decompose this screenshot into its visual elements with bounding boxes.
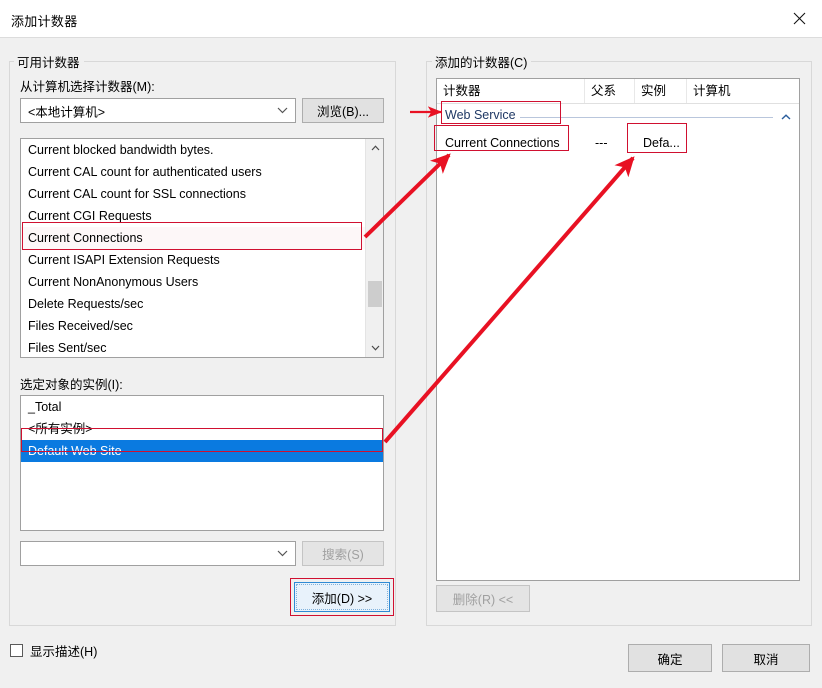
checkbox-box xyxy=(10,644,23,657)
chevron-down-icon xyxy=(275,104,289,118)
cell-parent: --- xyxy=(595,136,608,150)
counters-scrollbar[interactable] xyxy=(365,139,383,357)
cell-counter: Current Connections xyxy=(445,136,560,150)
counter-list-item[interactable]: Files Sent/sec xyxy=(21,337,365,357)
counter-list-item[interactable]: Files Received/sec xyxy=(21,315,365,337)
browse-button[interactable]: 浏览(B)... xyxy=(302,98,384,123)
instance-item[interactable]: _Total xyxy=(21,396,383,418)
counter-list-item[interactable]: Current CAL count for SSL connections xyxy=(21,183,365,205)
close-button[interactable] xyxy=(776,0,822,36)
column-header-instance[interactable]: 实例 xyxy=(635,79,687,103)
counter-list-item[interactable]: Current CGI Requests xyxy=(21,205,365,227)
instance-item-selected[interactable]: Default Web Site xyxy=(21,440,383,462)
cell-computer xyxy=(695,130,799,156)
delete-counter-button[interactable]: 删除(R) << xyxy=(436,585,530,612)
column-header-parent[interactable]: 父系 xyxy=(585,79,635,103)
table-header-row: 计数器 父系 实例 计算机 xyxy=(437,79,799,104)
add-counter-button[interactable]: 添加(D) >> xyxy=(294,582,390,612)
counter-list-item[interactable]: Current Connections xyxy=(21,227,365,249)
window-title: 添加计数器 xyxy=(11,14,78,29)
computer-select-value: <本地计算机> xyxy=(28,105,106,119)
scrollbar-thumb[interactable] xyxy=(368,281,382,307)
chevron-up-icon[interactable] xyxy=(779,110,793,124)
counter-group-label: Web Service xyxy=(445,108,520,122)
counter-list-item[interactable]: Current ISAPI Extension Requests xyxy=(21,249,365,271)
counter-group-row[interactable]: Web Service xyxy=(437,104,799,130)
counter-list-item[interactable]: Current blocked bandwidth bytes. xyxy=(21,139,365,161)
select-computer-label: 从计算机选择计数器(M): xyxy=(20,80,155,94)
cell-instance: Defa... xyxy=(643,136,680,150)
window-title-bar: 添加计数器 xyxy=(0,0,822,38)
available-counters-items: Current blocked bandwidth bytes. Current … xyxy=(21,139,383,357)
cancel-button[interactable]: 取消 xyxy=(722,644,810,672)
counter-list-item[interactable]: Delete Requests/sec xyxy=(21,293,365,315)
show-description-checkbox[interactable]: 显示描述(H) xyxy=(10,641,97,660)
added-counters-legend: 添加的计数器(C) xyxy=(432,52,532,71)
column-header-computer[interactable]: 计算机 xyxy=(687,79,799,103)
column-header-counter[interactable]: 计数器 xyxy=(437,79,585,103)
counter-list-item[interactable]: Current CAL count for authenticated user… xyxy=(21,161,365,183)
instances-label: 选定对象的实例(I): xyxy=(20,378,123,392)
ok-button[interactable]: 确定 xyxy=(628,644,712,672)
search-button[interactable]: 搜索(S) xyxy=(302,541,384,566)
close-icon xyxy=(793,12,805,24)
computer-select-combobox[interactable]: <本地计算机> xyxy=(20,98,296,123)
counter-list-item[interactable]: Current NonAnonymous Users xyxy=(21,271,365,293)
instance-item[interactable]: <所有实例> xyxy=(21,418,383,440)
instances-items: _Total <所有实例> Default Web Site xyxy=(21,396,383,462)
available-counters-legend: 可用计数器 xyxy=(14,52,84,71)
instances-listbox[interactable]: _Total <所有实例> Default Web Site xyxy=(20,395,384,531)
scroll-up-icon[interactable] xyxy=(366,139,383,157)
added-counters-rows: Current Connections --- Defa... xyxy=(437,130,799,156)
chevron-down-icon xyxy=(275,547,289,561)
search-combobox[interactable] xyxy=(20,541,296,566)
scroll-down-icon[interactable] xyxy=(366,339,383,357)
show-description-label: 显示描述(H) xyxy=(30,645,98,659)
available-counters-listbox[interactable]: Current blocked bandwidth bytes. Current … xyxy=(20,138,384,358)
added-counters-table[interactable]: 计数器 父系 实例 计算机 Web Service Current Connec… xyxy=(436,78,800,581)
added-counter-row[interactable]: Current Connections --- Defa... xyxy=(437,130,799,156)
